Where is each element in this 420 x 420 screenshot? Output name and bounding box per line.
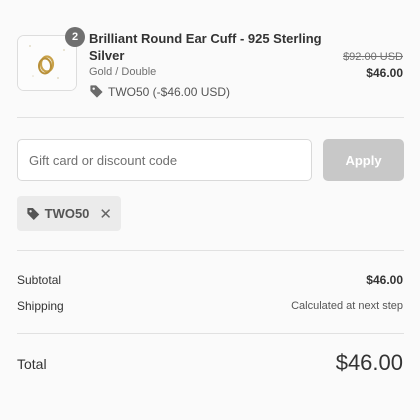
shipping-label: Shipping (17, 299, 64, 313)
line-discount: TWO50 (-$46.00 USD) (89, 84, 230, 99)
discount-code-input[interactable] (17, 139, 312, 181)
divider (17, 117, 404, 118)
quantity-badge: 2 (65, 27, 85, 47)
original-price: $92.00 USD (343, 51, 403, 63)
divider (17, 333, 404, 334)
tag-icon (90, 85, 103, 98)
final-price: $46.00 (366, 66, 403, 80)
close-icon[interactable]: ✕ (99, 205, 112, 223)
product-title: Brilliant Round Ear Cuff - 925 Sterling … (89, 31, 322, 63)
applied-discount-code: TWO50 (44, 206, 90, 221)
shipping-value: Calculated at next step (291, 300, 403, 312)
total-label: Total (17, 356, 47, 372)
product-variant: Gold / Double (89, 66, 157, 78)
applied-discount-chip: TWO50 ✕ (17, 196, 121, 231)
subtotal-value: $46.00 (366, 273, 403, 287)
total-value: $46.00 (335, 350, 403, 375)
line-discount-label: TWO50 (-$46.00 USD) (108, 84, 231, 99)
tag-icon (27, 207, 40, 220)
divider (17, 250, 404, 251)
subtotal-label: Subtotal (17, 273, 62, 287)
apply-button[interactable]: Apply (323, 139, 404, 181)
